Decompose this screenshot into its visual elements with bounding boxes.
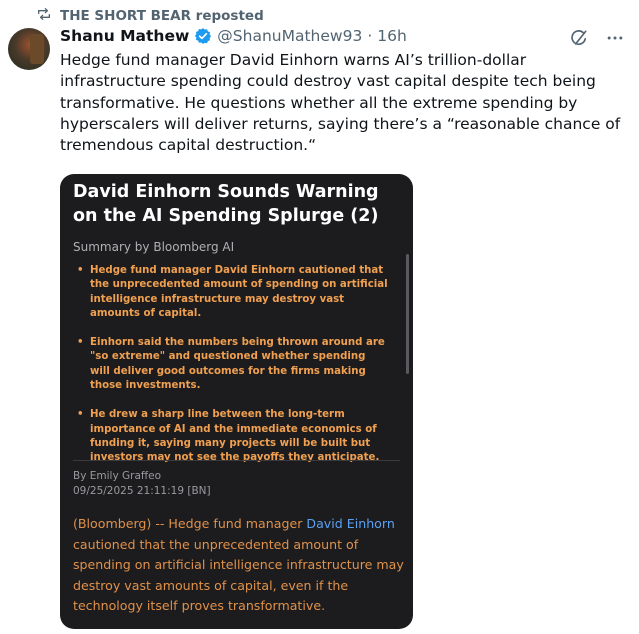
- summary-label: Summary by Bloomberg AI: [73, 240, 235, 254]
- byline: By Emily Graffeo: [73, 470, 162, 482]
- tweet-text: Hedge fund manager David Einhorn warns A…: [60, 51, 621, 155]
- tweet-header: Shanu Mathew @ShanuMathew93 · 16h: [60, 27, 407, 45]
- article-prefix: (Bloomberg) -- Hedge fund manager: [73, 516, 307, 531]
- summary-bullet: Einhorn said the numbers being thrown ar…: [73, 336, 388, 393]
- scrollbar: [406, 254, 409, 374]
- author-handle[interactable]: @ShanuMathew93: [217, 27, 362, 45]
- grok-icon[interactable]: [569, 28, 589, 48]
- repost-icon: [36, 6, 52, 26]
- einhorn-link[interactable]: David Einhorn: [306, 516, 394, 531]
- article-body: (Bloomberg) -- Hedge fund manager David …: [73, 514, 408, 617]
- verified-badge-icon[interactable]: [194, 27, 212, 45]
- repost-label: THE SHORT BEAR reposted: [60, 8, 264, 24]
- article-meta: By Emily Graffeo 09/25/2025 21:11:19 [BN…: [73, 469, 211, 498]
- author-name[interactable]: Shanu Mathew: [60, 27, 189, 45]
- avatar[interactable]: [8, 28, 50, 70]
- article-suffix: cautioned that the unprecedented amount …: [73, 536, 404, 614]
- article-timestamp: 09/25/2025 21:11:19 [BN]: [73, 484, 211, 497]
- summary-list: Hedge fund manager David Einhorn caution…: [73, 264, 388, 481]
- divider: [73, 460, 400, 461]
- timestamp[interactable]: 16h: [377, 27, 407, 45]
- card-title: David Einhorn Sounds Warning on the AI S…: [73, 182, 379, 226]
- summary-bullet: He drew a sharp line between the long-te…: [73, 408, 388, 465]
- attached-image-card[interactable]: David Einhorn Sounds Warning on the AI S…: [60, 174, 413, 629]
- tweet-actions: [569, 28, 625, 48]
- repost-indicator[interactable]: THE SHORT BEAR reposted: [36, 6, 264, 26]
- separator-dot: ·: [367, 27, 373, 45]
- more-icon[interactable]: [605, 28, 625, 48]
- summary-bullet: Hedge fund manager David Einhorn caution…: [73, 264, 388, 321]
